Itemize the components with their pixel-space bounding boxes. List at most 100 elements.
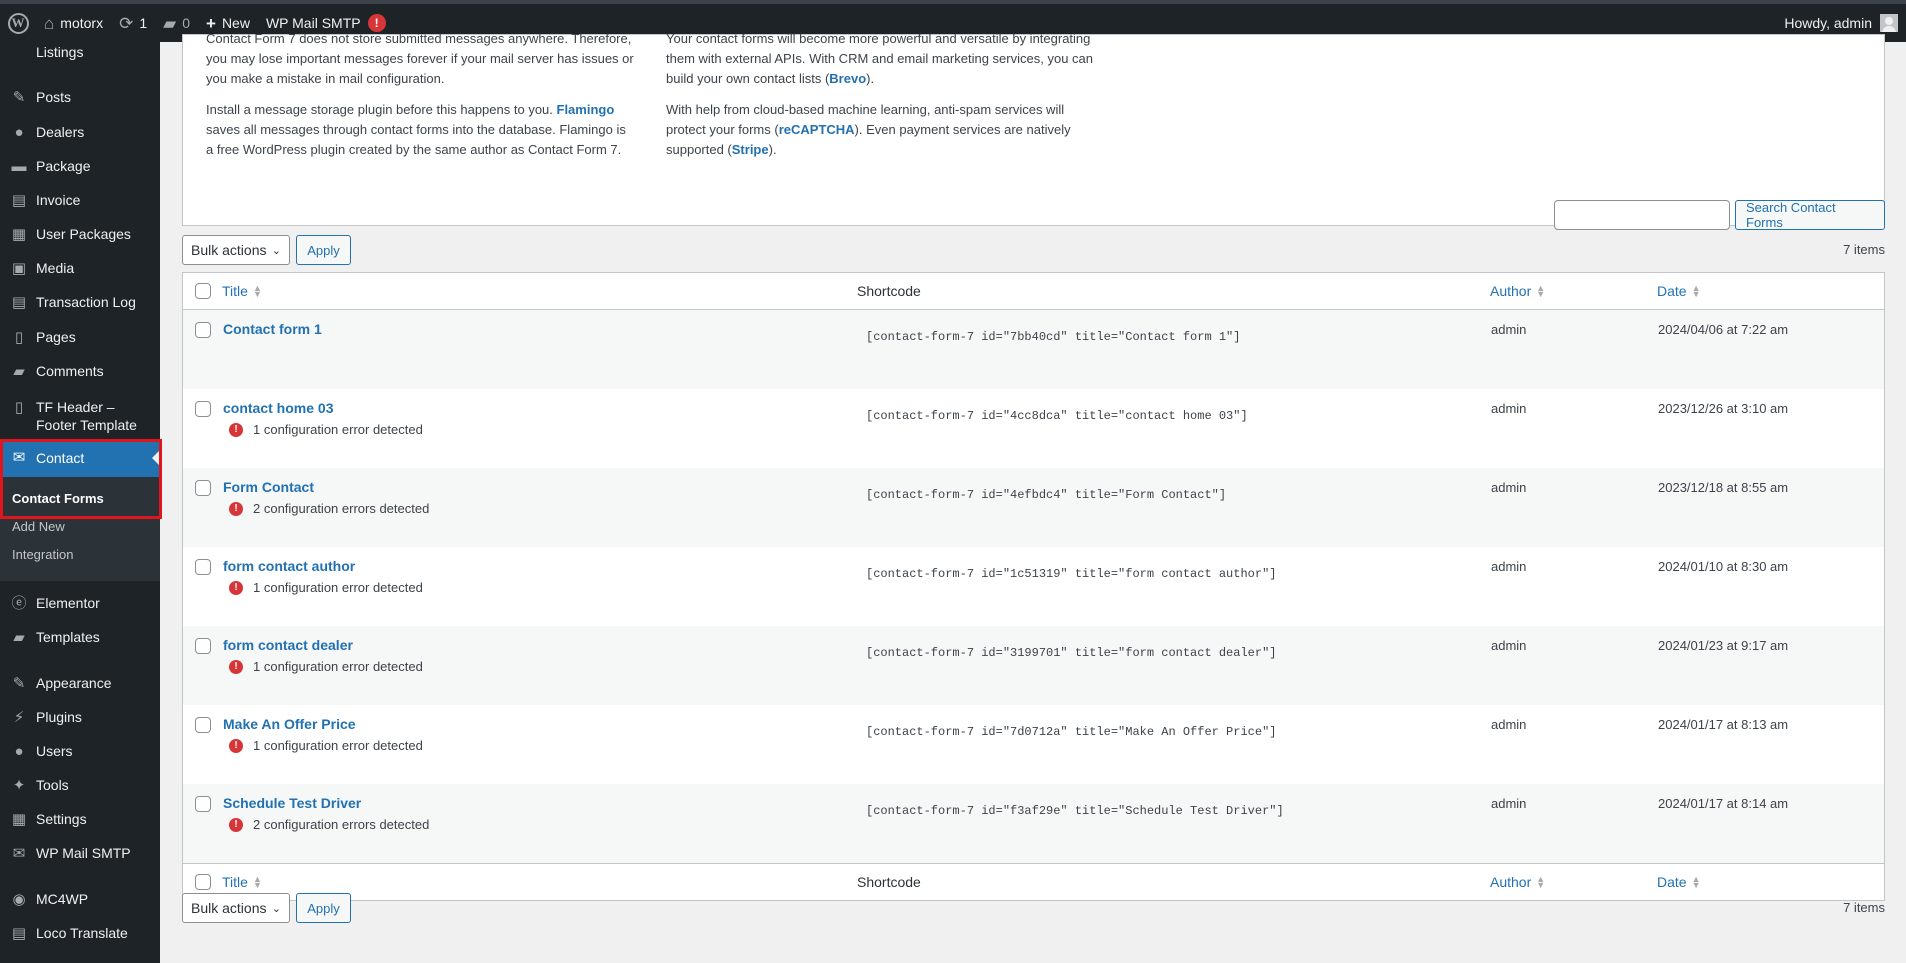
form-title-link[interactable]: Form Contact: [223, 479, 314, 495]
sidebar-item-label: Listings: [36, 44, 84, 60]
table-body: Contact form 1 [contact-form-7 id="7bb40c…: [183, 310, 1884, 863]
sidebar-item-label: Users: [36, 743, 73, 759]
form-title-link[interactable]: Make An Offer Price: [223, 716, 356, 732]
items-count-bottom: 7 items: [1843, 900, 1885, 915]
config-error-notice: ! 1 configuration error detected: [229, 580, 423, 595]
submenu-integration[interactable]: Integration: [0, 546, 85, 564]
shortcode-text: [contact-form-7 id="4cc8dca" title="cont…: [866, 409, 1248, 423]
sidebar-item-contact[interactable]: ✉ Contact: [0, 439, 160, 477]
column-title-sort-footer[interactable]: Title ▲ ▼: [222, 874, 262, 890]
items-count-top: 7 items: [1843, 242, 1885, 257]
column-date-sort-footer[interactable]: Date ▲ ▼: [1657, 874, 1701, 890]
bulk-actions-select-bottom[interactable]: Bulk actions ⌄: [182, 893, 290, 923]
invoice-icon: ▤: [11, 192, 27, 209]
package-icon: ▬: [11, 158, 27, 175]
config-error-text: 2 configuration errors detected: [253, 817, 430, 832]
sidebar-item-elementor[interactable]: ⓔ Elementor: [0, 594, 160, 614]
date-text: 2024/01/17 at 8:14 am: [1658, 796, 1789, 811]
config-error-notice: ! 1 configuration error detected: [229, 738, 423, 753]
row-checkbox[interactable]: [195, 638, 211, 654]
sidebar-item-listings[interactable]: Listings: [0, 43, 160, 63]
sidebar-item-wp-mail-smtp[interactable]: ✉ WP Mail SMTP: [0, 844, 160, 864]
table-row: Contact form 1 [contact-form-7 id="7bb40c…: [183, 310, 1884, 389]
shortcode-text: [contact-form-7 id="1c51319" title="form…: [866, 567, 1277, 581]
form-title-link[interactable]: Contact form 1: [223, 321, 322, 337]
table-row: Form Contact ! 2 configuration errors dete…: [183, 468, 1884, 547]
stripe-link[interactable]: Stripe: [732, 142, 769, 157]
sidebar-item-label: Settings: [36, 811, 87, 827]
plugin-icon: ⚡: [13, 709, 25, 726]
site-name-menu[interactable]: ⌂ motorx: [36, 4, 111, 42]
row-checkbox[interactable]: [195, 559, 211, 575]
brevo-link[interactable]: Brevo: [829, 71, 866, 86]
my-account-menu[interactable]: Howdy, admin: [1784, 14, 1906, 32]
config-error-text: 1 configuration error detected: [253, 659, 423, 674]
form-title-link[interactable]: contact home 03: [223, 400, 333, 416]
sidebar-item-invoice[interactable]: ▤ Invoice: [0, 191, 160, 211]
select-all-checkbox[interactable]: [195, 283, 211, 299]
sidebar-item-package[interactable]: ▬ Package: [0, 157, 160, 177]
submenu-add-new[interactable]: Add New: [0, 518, 77, 536]
column-shortcode: Shortcode: [857, 283, 921, 299]
integration-text-a: Your contact forms will become more powe…: [666, 31, 1093, 86]
row-checkbox[interactable]: [195, 401, 211, 417]
sidebar-item-transaction-log[interactable]: ▤ Transaction Log: [0, 293, 160, 313]
apply-button-top[interactable]: Apply: [296, 235, 351, 265]
brush-icon: ✎: [12, 675, 26, 692]
column-author-label: Author: [1490, 283, 1532, 299]
sidebar-item-plugins[interactable]: ⚡ Plugins: [0, 708, 160, 728]
sidebar-item-user-packages[interactable]: ▦ User Packages: [0, 225, 160, 245]
row-checkbox[interactable]: [195, 322, 211, 338]
bulk-actions-select-top[interactable]: Bulk actions ⌄: [182, 235, 290, 265]
apply-button-bottom[interactable]: Apply: [296, 893, 351, 923]
column-author-sort-footer[interactable]: Author ▲ ▼: [1490, 874, 1545, 890]
form-title-link[interactable]: form contact author: [223, 558, 355, 574]
updates-menu[interactable]: ⟳ 1: [111, 4, 155, 42]
sidebar-item-users[interactable]: ● Users: [0, 742, 160, 762]
sidebar-item-settings[interactable]: ▦ Settings: [0, 810, 160, 830]
elementor-icon: ⓔ: [11, 595, 27, 612]
welcome-col-storage: Contact Form 7 does not store submitted …: [206, 31, 636, 171]
sidebar-item-posts[interactable]: ✎ Posts: [0, 88, 160, 108]
config-error-text: 1 configuration error detected: [253, 422, 423, 437]
sidebar-item-label: Contact: [36, 450, 85, 466]
row-checkbox[interactable]: [195, 717, 211, 733]
column-title-sort[interactable]: Title ▲ ▼: [222, 283, 262, 299]
author-text: admin: [1491, 559, 1527, 574]
table-row: contact home 03! 1 configuration error de…: [183, 389, 1884, 468]
column-author-sort[interactable]: Author ▲ ▼: [1490, 283, 1545, 299]
search-input[interactable]: [1554, 200, 1730, 230]
sidebar-item-pages[interactable]: ▯ Pages: [0, 328, 160, 348]
storage-warning-text: Contact Form 7 does not store submitted …: [206, 31, 634, 86]
column-date-sort[interactable]: Date ▲ ▼: [1657, 283, 1701, 299]
search-contact-forms-button[interactable]: Search Contact Forms: [1735, 200, 1885, 230]
row-checkbox[interactable]: [195, 480, 211, 496]
sidebar-item-loco-translate[interactable]: ▤ Loco Translate: [0, 924, 160, 944]
recaptcha-link[interactable]: reCAPTCHA: [779, 122, 855, 137]
howdy-text: Howdy, admin: [1784, 15, 1872, 31]
sidebar-item-media[interactable]: ▣ Media: [0, 259, 160, 279]
sidebar-item-templates[interactable]: ▰ Templates: [0, 628, 160, 648]
sidebar-item-label: Pages: [36, 329, 76, 345]
sidebar-item-mc4wp[interactable]: ◉ MC4WP: [0, 890, 160, 910]
flamingo-link[interactable]: Flamingo: [557, 102, 615, 117]
row-checkbox[interactable]: [195, 796, 211, 812]
sidebar-item-label: Dealers: [36, 124, 85, 140]
sidebar-item-comments[interactable]: ▰ Comments: [0, 362, 160, 382]
settings-icon: ▦: [11, 811, 27, 828]
config-error-text: 1 configuration error detected: [253, 738, 423, 753]
sidebar-item-appearance[interactable]: ✎ Appearance: [0, 674, 160, 694]
sidebar-item-tools[interactable]: ✦ Tools: [0, 776, 160, 796]
select-all-checkbox-footer[interactable]: [195, 874, 211, 890]
form-title-link[interactable]: Schedule Test Driver: [223, 795, 361, 811]
date-text: 2023/12/18 at 8:55 am: [1658, 480, 1789, 495]
submenu-contact-forms[interactable]: Contact Forms: [0, 490, 116, 508]
config-error-notice: ! 2 configuration errors detected: [229, 501, 429, 516]
sidebar-item-dealers[interactable]: ● Dealers: [0, 123, 160, 143]
form-title-link[interactable]: form contact dealer: [223, 637, 353, 653]
wp-logo-menu[interactable]: W: [0, 4, 36, 42]
config-error-text: 1 configuration error detected: [253, 580, 423, 595]
updates-icon: ⟳: [119, 13, 134, 33]
sidebar-item-tf-header-footer[interactable]: ▯ TF Header – Footer Template: [0, 398, 160, 434]
flamingo-text-b: saves all messages through contact forms…: [206, 122, 626, 157]
